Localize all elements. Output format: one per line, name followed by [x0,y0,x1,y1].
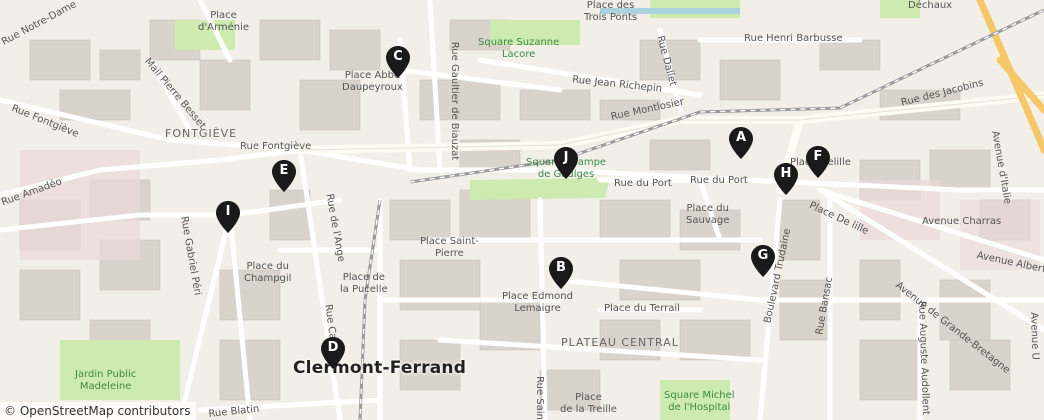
street-label: Rue Gaultier de Biauzat [449,41,461,161]
place-label: Place de la Pucelle [340,272,388,295]
place-label: Place des Trois Ponts [584,0,638,23]
place-label: Place du Terrail [604,303,680,314]
map-marker-i[interactable]: I [215,200,241,234]
map-marker-e[interactable]: E [271,159,297,193]
map-marker-a[interactable]: A [728,126,754,160]
place-label: Place Edmond Lemaigre [502,291,573,314]
district-label: PLATEAU CENTRAL [561,336,679,349]
park-label: Square Suzanne Lacore [478,37,560,60]
map-marker-h[interactable]: H [773,162,799,196]
place-label: Place Saint- Pierre [420,236,479,259]
marker-label: G [757,248,769,263]
copyright-symbol: © [4,404,16,418]
map-marker-c[interactable]: C [385,45,411,79]
street-label: Rue du Port [690,175,748,186]
place-label: Déchaux [908,0,953,11]
city-label: Clermont-Ferrand [293,358,467,378]
street-label: Rue Sain [533,376,545,420]
park-label: Jardin Public Madeleine [75,369,137,392]
marker-label: C [393,49,403,64]
street-label: Avenue U [1027,311,1041,360]
place-label: Place du Sauvage [686,203,730,226]
street-label: Rue Fontgiève [240,141,312,152]
marker-label: F [813,149,823,164]
street-label: Avenue Charras [922,216,1002,227]
marker-label: A [735,130,747,145]
street-label: Rue Henri Barbusse [744,33,843,44]
marker-label: J [563,150,569,165]
marker-label: D [327,340,339,355]
marker-label: E [279,163,289,178]
marker-label: H [780,166,792,181]
street-label: Rue du Port [614,178,672,189]
place-label: Place d'Arménie [198,10,250,33]
map-marker-f[interactable]: F [805,145,831,179]
map-marker-b[interactable]: B [548,256,574,290]
marker-label: I [225,204,231,219]
osm-attribution-link[interactable]: OpenStreetMap contributors [20,404,191,418]
park-label: Square Michel de l'Hospital [664,390,735,413]
marker-label: B [556,260,566,275]
map-marker-j[interactable]: J [553,146,579,180]
map-view[interactable]: Rue Notre-Dame Place d'Arménie Place des… [0,0,1044,420]
map-marker-d[interactable]: D [320,336,346,370]
place-label: Place du Champgil [244,261,292,284]
map-attribution: © OpenStreetMap contributors [0,402,197,420]
district-label: FONTGIÈVE [165,127,238,140]
map-marker-g[interactable]: G [750,244,776,278]
place-label: Place de la Treille [560,392,617,415]
